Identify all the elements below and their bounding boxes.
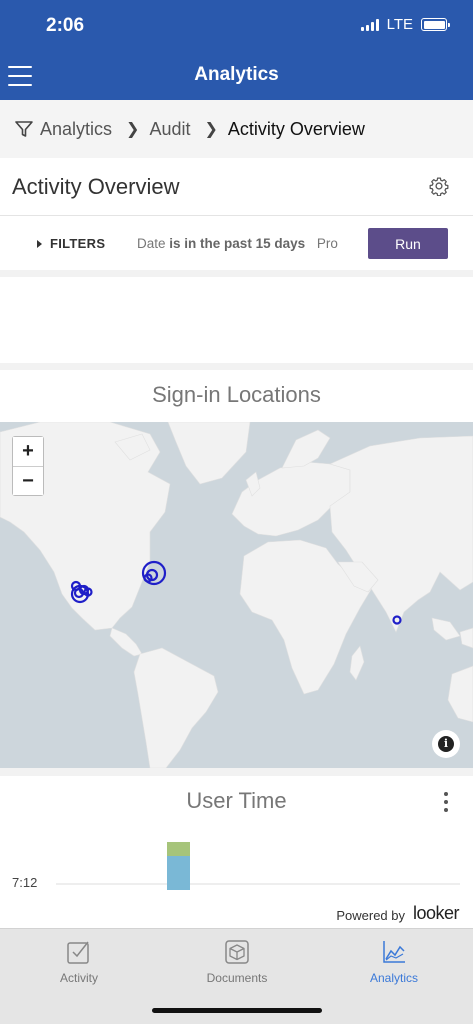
- tab-analytics-label: Analytics: [369, 971, 419, 985]
- tab-activity-label: Activity: [59, 971, 98, 985]
- tab-analytics[interactable]: Analytics: [315, 939, 473, 985]
- powered-by-footer: Powered by looker: [0, 898, 473, 928]
- dashboard-title: Activity Overview: [12, 174, 180, 199]
- blank-dashboard-tile: [0, 277, 473, 363]
- status-indicators: LTE: [360, 16, 450, 33]
- run-button[interactable]: Run: [368, 228, 448, 259]
- checkbox-icon: [67, 941, 89, 964]
- y-tick-label: 7:12: [12, 875, 38, 890]
- cube-icon: [225, 940, 249, 964]
- map-info-button[interactable]: i: [432, 730, 460, 758]
- network-type: LTE: [386, 16, 413, 33]
- breadcrumb-analytics[interactable]: Analytics: [40, 119, 112, 140]
- filters-label: FILTERS: [50, 236, 106, 251]
- filter-field: Date: [137, 236, 166, 251]
- user-time-chart: [56, 842, 460, 890]
- info-icon: i: [438, 736, 454, 752]
- looker-logo: looker: [412, 903, 460, 923]
- chevron-right-icon: ❯: [126, 121, 140, 138]
- filter-funnel-icon: [15, 121, 33, 137]
- zoom-in-button[interactable]: +: [13, 437, 43, 466]
- home-indicator: [152, 1008, 322, 1013]
- chevron-right-icon: ❯: [204, 121, 218, 138]
- powered-by-text: Powered by: [336, 908, 405, 923]
- bar-segment-1: [167, 856, 190, 890]
- filter-condition: is in the past 15 days: [169, 236, 306, 251]
- filters-toggle[interactable]: FILTERS: [37, 236, 105, 251]
- user-time-tile: User Time 7:12: [0, 776, 473, 898]
- tab-documents[interactable]: Documents: [158, 939, 316, 985]
- bar-segment-2: [167, 842, 190, 856]
- cellular-signal-icon: [360, 18, 379, 31]
- map-tile-title: Sign-in Locations: [152, 382, 321, 407]
- filter-summary[interactable]: Date is in the past 15 days Pro: [137, 236, 349, 251]
- status-time: 2:06: [46, 15, 85, 36]
- sign-in-locations-tile: Sign-in Locations + − i: [0, 370, 473, 768]
- dashboard-header: Activity Overview: [0, 158, 473, 216]
- battery-icon: [421, 18, 450, 31]
- world-map-canvas: [0, 422, 473, 768]
- header-title: Analytics: [194, 64, 279, 85]
- gear-icon[interactable]: [429, 176, 449, 196]
- breadcrumb: Analytics ❯ Audit ❯ Activity Overview: [0, 100, 473, 158]
- tab-documents-label: Documents: [206, 971, 268, 985]
- filters-bar: FILTERS Date is in the past 15 days Pro …: [0, 216, 473, 270]
- zoom-out-button[interactable]: −: [13, 466, 43, 495]
- analytics-chart-icon: [383, 941, 405, 963]
- filter-more: Pro: [316, 236, 338, 251]
- tab-activity[interactable]: Activity: [0, 939, 158, 985]
- top-app-bar: 2:06 LTE Analytics: [0, 0, 473, 100]
- breadcrumb-audit[interactable]: Audit: [149, 119, 190, 140]
- caret-right-icon: [37, 239, 42, 248]
- map-zoom-control: + −: [12, 436, 44, 496]
- world-map[interactable]: + − i: [0, 422, 473, 768]
- breadcrumb-activity-overview: Activity Overview: [227, 118, 365, 139]
